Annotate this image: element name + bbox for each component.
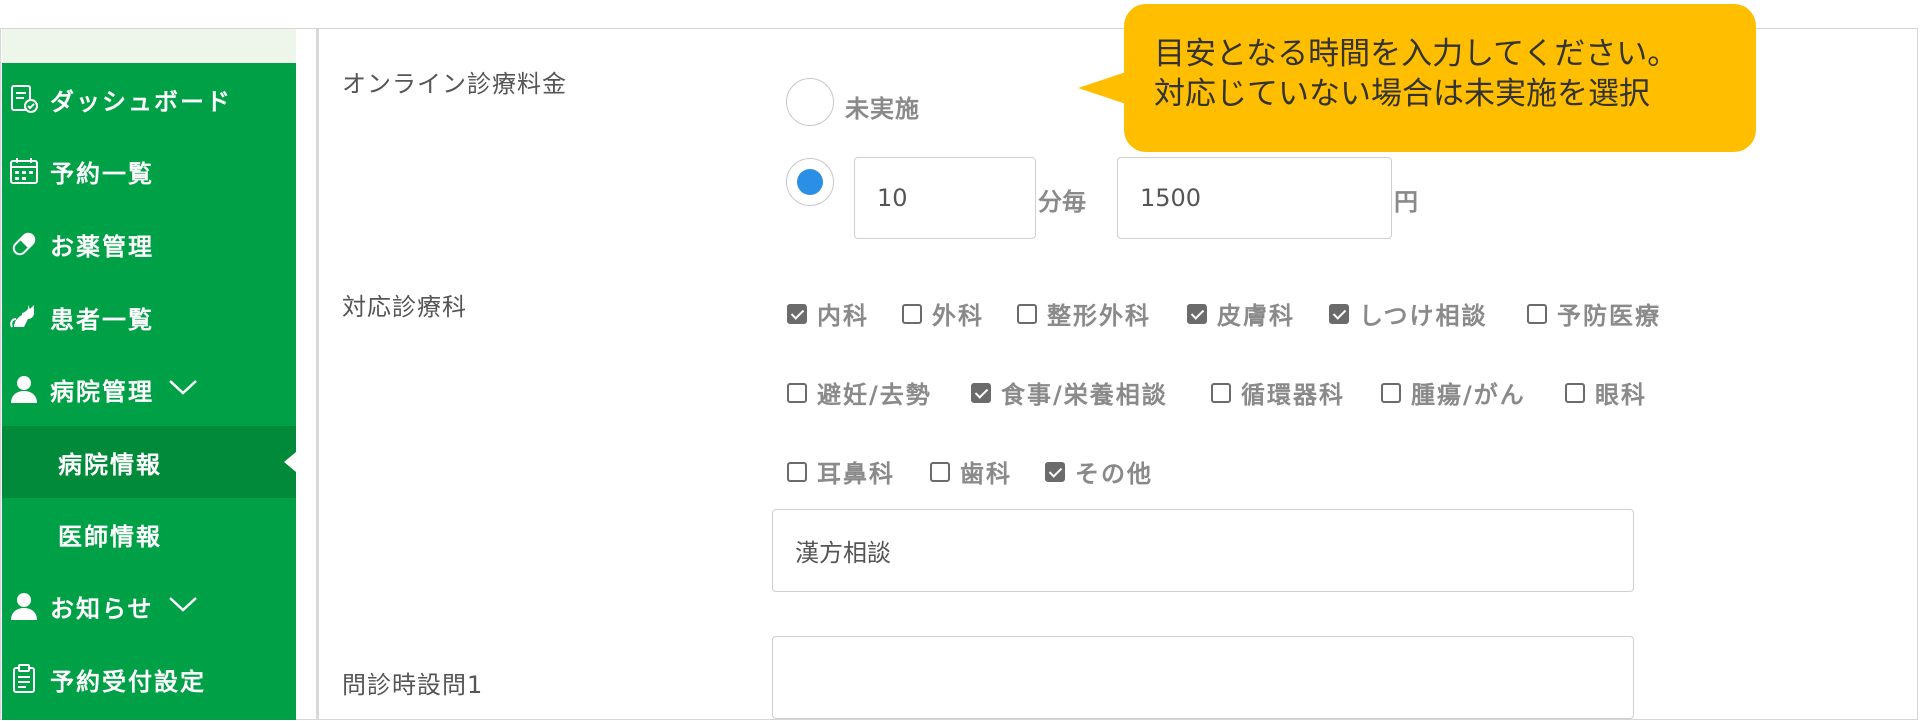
sidebar-item-label: 患者一覧 (50, 305, 154, 334)
minutes-input[interactable] (854, 157, 1036, 239)
help-tooltip: 目安となる時間を入力してください。 対応じていない場合は未実施を選択 (1124, 4, 1756, 152)
tooltip-pointer (1078, 72, 1126, 104)
minutes-unit: 分毎 (1038, 188, 1086, 216)
dept-checkbox[interactable]: 耳鼻科 (787, 454, 895, 489)
checkbox[interactable] (930, 461, 950, 482)
tooltip-line: 目安となる時間を入力してください。 (1154, 36, 1679, 72)
dept-checkbox[interactable]: 循環器科 (1211, 375, 1345, 410)
checkbox[interactable] (787, 382, 807, 403)
price-input[interactable] (1117, 157, 1392, 239)
dept-checkbox[interactable]: 外科 (902, 296, 984, 331)
sidebar-item-reservations[interactable]: 予約一覧 (2, 135, 296, 207)
sidebar: ダッシュボード 予約一覧 お薬管理 患者一覧 病院管理 病院情報 医師情報 お知… (2, 63, 296, 720)
checkbox[interactable] (971, 382, 991, 403)
dept-checkbox[interactable]: 内科 (787, 296, 869, 331)
sidebar-item-hospital-management[interactable]: 病院管理 (2, 353, 296, 425)
checkbox[interactable] (1017, 303, 1037, 324)
sidebar-item-label: 病院情報 (58, 450, 162, 479)
dept-checkbox[interactable]: 歯科 (930, 454, 1012, 489)
chevron-down-icon[interactable] (168, 375, 198, 403)
question1-input[interactable] (772, 636, 1634, 719)
fee-none-label: 未実施 (845, 95, 920, 123)
sidebar-item-label: 予約受付設定 (50, 667, 206, 696)
sidebar-header (2, 29, 296, 63)
sidebar-item-label: お知らせ (50, 594, 154, 623)
tooltip-line: 対応じていない場合は未実施を選択 (1154, 76, 1650, 112)
departments-label: 対応診療科 (342, 293, 467, 321)
other-department-input[interactable] (772, 509, 1634, 592)
pill-icon (4, 224, 44, 264)
dashboard-doc-icon (4, 79, 44, 119)
sidebar-item-hospital-info[interactable]: 病院情報 (2, 426, 296, 498)
checkbox[interactable] (1565, 382, 1585, 403)
question1-label: 問診時設問1 (342, 671, 484, 699)
checkbox[interactable] (1527, 303, 1547, 324)
dept-checkbox[interactable]: 避妊/去勢 (787, 375, 932, 410)
person-icon (4, 586, 44, 626)
checkbox[interactable] (1381, 382, 1401, 403)
chevron-down-icon[interactable] (168, 592, 198, 620)
checkbox[interactable] (902, 303, 922, 324)
dept-checkbox[interactable]: 整形外科 (1017, 296, 1151, 331)
checkbox[interactable] (787, 303, 807, 324)
fee-time-radio[interactable] (786, 158, 834, 206)
dept-checkbox[interactable]: その他 (1045, 454, 1153, 489)
sidebar-divider (316, 29, 319, 720)
online-fee-label: オンライン診療料金 (342, 70, 567, 98)
sidebar-item-reservation-settings[interactable]: 予約受付設定 (2, 643, 296, 715)
cat-icon (4, 297, 44, 337)
sidebar-item-doctor-info[interactable]: 医師情報 (2, 498, 296, 570)
sidebar-item-label: 予約一覧 (50, 159, 154, 188)
sidebar-item-label: 病院管理 (50, 377, 154, 406)
checkbox[interactable] (1329, 303, 1349, 324)
dept-checkbox[interactable]: 食事/栄養相談 (971, 375, 1168, 410)
sidebar-item-label: お薬管理 (50, 232, 154, 261)
dept-checkbox[interactable]: 予防医療 (1527, 296, 1661, 331)
dept-checkbox[interactable]: 皮膚科 (1187, 296, 1295, 331)
sidebar-item-label: ダッシュボード (50, 87, 232, 116)
sidebar-item-notices[interactable]: お知らせ (2, 570, 296, 642)
sidebar-item-label: 医師情報 (58, 522, 162, 551)
dept-checkbox[interactable]: しつけ相談 (1329, 296, 1488, 331)
checkbox[interactable] (1211, 382, 1231, 403)
person-icon (4, 369, 44, 409)
dept-checkbox[interactable]: 眼科 (1565, 375, 1647, 410)
checkbox[interactable] (1045, 461, 1065, 482)
checkbox[interactable] (787, 461, 807, 482)
clipboard-icon (4, 659, 44, 699)
sidebar-item-patients[interactable]: 患者一覧 (2, 281, 296, 353)
price-unit: 円 (1394, 188, 1418, 216)
calendar-icon (4, 151, 44, 191)
checkbox[interactable] (1187, 303, 1207, 324)
sidebar-item-dashboard[interactable]: ダッシュボード (2, 63, 296, 135)
sidebar-item-medicine[interactable]: お薬管理 (2, 208, 296, 280)
fee-none-radio[interactable] (786, 78, 834, 126)
dept-checkbox[interactable]: 腫瘍/がん (1381, 375, 1526, 410)
